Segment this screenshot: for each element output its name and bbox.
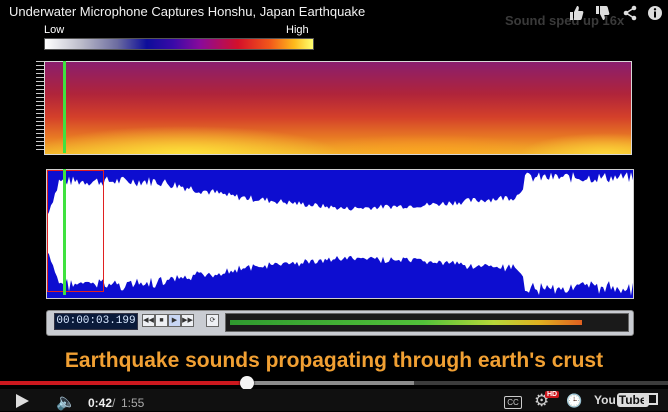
- hd-badge: HD: [545, 391, 560, 398]
- waveform-selection[interactable]: [47, 170, 104, 292]
- watch-later-icon[interactable]: 🕒: [566, 393, 582, 409]
- thumbs-down-icon[interactable]: [592, 3, 612, 23]
- analyzer-play-button[interactable]: ▶: [168, 314, 181, 327]
- fast-forward-button[interactable]: ▶▶: [181, 314, 194, 327]
- captions-icon[interactable]: CC: [504, 396, 522, 409]
- waveform: [46, 169, 634, 299]
- video-caption: Earthquake sounds propagating through ea…: [64, 349, 604, 372]
- progress-scrubber[interactable]: [240, 376, 255, 390]
- thumbs-up-icon[interactable]: [566, 3, 586, 23]
- share-icon[interactable]: [620, 3, 640, 23]
- level-meter-fill: [230, 320, 582, 325]
- intensity-color-scale: [44, 38, 314, 50]
- rewind-button[interactable]: ◀◀: [142, 314, 155, 327]
- info-icon[interactable]: [645, 3, 665, 23]
- video-title[interactable]: Underwater Microphone Captures Honshu, J…: [9, 4, 365, 19]
- time-separator: /: [112, 396, 116, 410]
- spectrogram-frequency-ticks: [36, 61, 44, 153]
- fullscreen-icon[interactable]: [644, 393, 658, 405]
- spectrogram-playhead: [63, 61, 66, 153]
- analyzer-timecode: 00:00:03.199: [54, 313, 138, 330]
- volume-icon[interactable]: 🔈: [56, 392, 76, 412]
- play-icon[interactable]: [16, 394, 29, 408]
- spectrogram: [44, 61, 632, 155]
- waveform-playhead[interactable]: [63, 169, 66, 295]
- legend-low-label: Low: [44, 24, 65, 36]
- time-total: 1:55: [121, 396, 145, 410]
- loop-button[interactable]: ⟳: [206, 314, 219, 327]
- legend-high-label: High: [286, 24, 309, 36]
- youtube-logo[interactable]: You Tube: [594, 393, 649, 407]
- logo-you-text: You: [594, 393, 616, 407]
- time-current: 0:42: [88, 396, 113, 410]
- waveform-envelope: [47, 172, 633, 296]
- progress-played: [0, 381, 248, 385]
- stop-button[interactable]: ■: [155, 314, 168, 327]
